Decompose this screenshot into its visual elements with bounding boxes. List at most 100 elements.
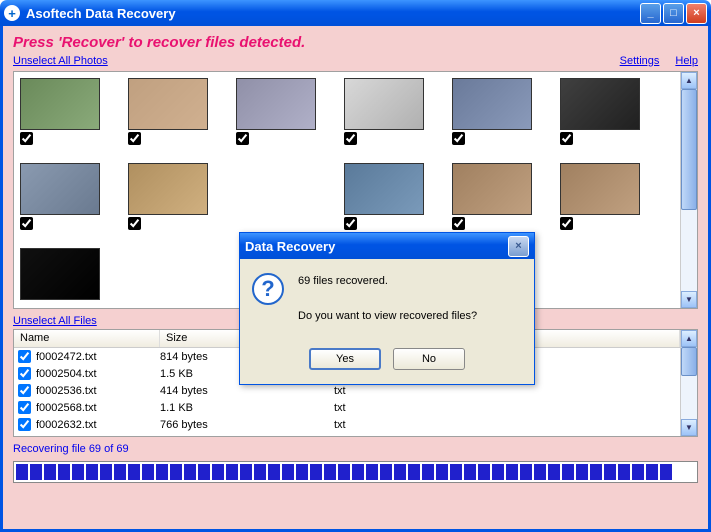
minimize-button[interactable]: _	[640, 3, 661, 24]
dialog-title: Data Recovery	[245, 239, 508, 254]
progress-segment	[44, 464, 56, 480]
col-name[interactable]: Name	[14, 330, 160, 347]
progress-segment	[534, 464, 546, 480]
photo-checkbox[interactable]	[128, 217, 141, 230]
file-size: 1.1 KB	[160, 402, 334, 414]
progress-segment	[422, 464, 434, 480]
scroll-up-icon[interactable]: ▲	[681, 330, 697, 347]
photo-item[interactable]	[20, 78, 100, 145]
progress-segment	[170, 464, 182, 480]
photo-thumbnail	[20, 248, 100, 300]
scroll-down-icon[interactable]: ▼	[681, 419, 697, 436]
file-checkbox[interactable]	[18, 418, 31, 431]
progress-segment	[310, 464, 322, 480]
photo-scrollbar[interactable]: ▲ ▼	[680, 72, 697, 308]
photo-checkbox[interactable]	[344, 132, 357, 145]
file-checkbox[interactable]	[18, 384, 31, 397]
dialog-line2: Do you want to view recovered files?	[298, 308, 477, 326]
progress-segment	[282, 464, 294, 480]
photo-item[interactable]	[560, 163, 640, 230]
file-scrollbar[interactable]: ▲ ▼	[680, 330, 697, 436]
table-row[interactable]: f0002568.txt1.1 KBtxt	[14, 399, 680, 416]
progress-segment	[226, 464, 238, 480]
photo-checkbox[interactable]	[20, 217, 33, 230]
status-text: Recovering file 69 of 69	[13, 443, 698, 455]
file-name: f0002568.txt	[36, 402, 160, 414]
progress-segment	[30, 464, 42, 480]
progress-segment	[198, 464, 210, 480]
progress-segment	[366, 464, 378, 480]
photo-checkbox[interactable]	[20, 132, 33, 145]
scroll-track[interactable]	[681, 89, 697, 291]
close-button[interactable]: ×	[686, 3, 707, 24]
photo-item[interactable]	[452, 163, 532, 230]
photo-item[interactable]	[128, 163, 208, 230]
progress-bar	[13, 461, 698, 483]
table-row[interactable]: f0002632.txt766 bytestxt	[14, 416, 680, 433]
file-checkbox[interactable]	[18, 350, 31, 363]
scroll-track[interactable]	[681, 347, 697, 419]
photo-checkbox[interactable]	[560, 132, 573, 145]
unselect-files-link[interactable]: Unselect All Files	[13, 315, 97, 327]
maximize-button[interactable]: □	[663, 3, 684, 24]
photo-item[interactable]	[236, 78, 316, 145]
photo-item[interactable]	[344, 78, 424, 145]
progress-segment	[492, 464, 504, 480]
progress-segment	[254, 464, 266, 480]
progress-segment	[128, 464, 140, 480]
file-checkbox[interactable]	[18, 367, 31, 380]
progress-segment	[114, 464, 126, 480]
photo-thumbnail	[128, 163, 208, 215]
photo-checkbox[interactable]	[452, 132, 465, 145]
photo-thumbnail	[344, 163, 424, 215]
photo-checkbox[interactable]	[236, 132, 249, 145]
progress-segment	[646, 464, 658, 480]
progress-segment	[548, 464, 560, 480]
photo-thumbnail	[344, 78, 424, 130]
photo-thumbnail	[20, 78, 100, 130]
photo-checkbox[interactable]	[344, 217, 357, 230]
photo-thumbnail	[128, 78, 208, 130]
unselect-photos-link[interactable]: Unselect All Photos	[13, 55, 108, 67]
progress-segment	[408, 464, 420, 480]
progress-segment	[58, 464, 70, 480]
progress-segment	[520, 464, 532, 480]
file-ext: txt	[334, 385, 482, 397]
scroll-thumb[interactable]	[681, 347, 697, 376]
file-checkbox[interactable]	[18, 401, 31, 414]
window-title: Asoftech Data Recovery	[26, 6, 640, 21]
photo-item[interactable]	[20, 248, 100, 300]
photo-item[interactable]	[452, 78, 532, 145]
photo-item[interactable]	[128, 78, 208, 145]
yes-button[interactable]: Yes	[309, 348, 381, 370]
dialog-titlebar: Data Recovery ×	[240, 233, 534, 259]
no-button[interactable]: No	[393, 348, 465, 370]
dialog-close-button[interactable]: ×	[508, 236, 529, 257]
photo-checkbox[interactable]	[560, 217, 573, 230]
progress-segment	[562, 464, 574, 480]
dialog-line1: 69 files recovered.	[298, 273, 477, 291]
photo-thumbnail	[236, 78, 316, 130]
instruction-text: Press 'Recover' to recover files detecte…	[13, 34, 698, 51]
progress-segment	[450, 464, 462, 480]
photo-thumbnail	[452, 163, 532, 215]
progress-segment	[380, 464, 392, 480]
window-controls: _ □ ×	[640, 3, 707, 24]
file-name: f0002504.txt	[36, 368, 160, 380]
photo-item[interactable]	[20, 163, 100, 230]
photo-item[interactable]	[560, 78, 640, 145]
photo-checkbox[interactable]	[128, 132, 141, 145]
settings-link[interactable]: Settings	[620, 55, 660, 67]
scroll-down-icon[interactable]: ▼	[681, 291, 697, 308]
progress-segment	[632, 464, 644, 480]
photo-checkbox[interactable]	[452, 217, 465, 230]
question-icon: ?	[252, 273, 284, 305]
photo-item[interactable]	[344, 163, 424, 230]
help-link[interactable]: Help	[675, 55, 698, 67]
scroll-thumb[interactable]	[681, 89, 697, 210]
scroll-up-icon[interactable]: ▲	[681, 72, 697, 89]
progress-segment	[100, 464, 112, 480]
file-name: f0002472.txt	[36, 351, 160, 363]
progress-segment	[212, 464, 224, 480]
top-toolbar: Unselect All Photos Settings Help	[13, 55, 698, 67]
